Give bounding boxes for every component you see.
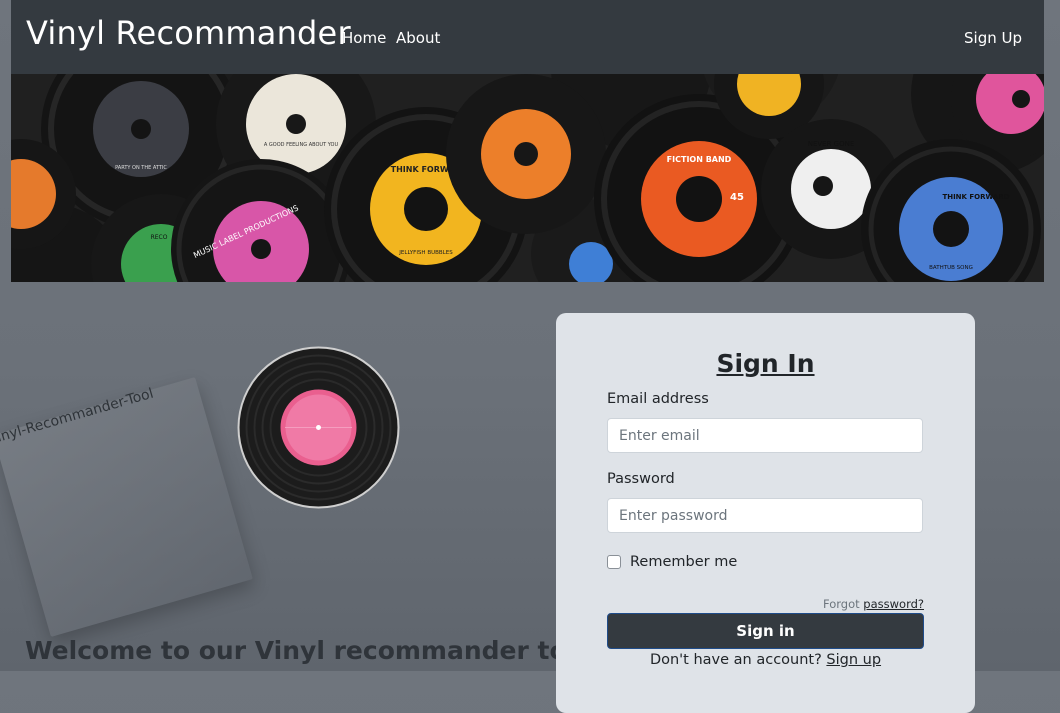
no-account-text: Don't have an account? — [649, 652, 822, 668]
nav-link-home[interactable]: Home — [342, 29, 386, 47]
vinyl-record-icon — [237, 346, 400, 509]
record-sleeve: Vinyl-Recommander-Tool — [0, 377, 253, 637]
vinyl-collage-image: PARTY ON THE ATTIC A GOOD FEELING ABOUT … — [11, 74, 1044, 282]
remember-me-checkbox[interactable] — [607, 555, 621, 569]
record-label-text: A GOOD FEELING ABOUT YOU — [264, 142, 339, 148]
record-label-text: THINK FORWARD — [942, 193, 1009, 201]
email-field[interactable] — [607, 418, 923, 453]
signin-title: Sign In — [716, 349, 815, 378]
record-label-text: FICTION BAND — [667, 155, 732, 164]
email-label: Email address — [607, 391, 709, 407]
hero-banner-image: PARTY ON THE ATTIC A GOOD FEELING ABOUT … — [11, 74, 1044, 282]
nav-signup-link[interactable]: Sign Up — [964, 29, 1022, 47]
record-label-text: PARTY ON THE ATTIC — [115, 165, 167, 171]
password-field[interactable] — [607, 498, 923, 533]
sleeve-label: Vinyl-Recommander-Tool — [0, 385, 156, 449]
record-label-text: BATHTUB SONG — [929, 265, 973, 271]
remember-me-label[interactable]: Remember me — [630, 554, 737, 570]
forgot-password-link[interactable]: password? — [863, 597, 924, 611]
record-label-text: NEVER GONE — [808, 140, 855, 148]
forgot-prefix: Forgot — [823, 597, 860, 611]
nav-link-about[interactable]: About — [396, 29, 440, 47]
brand-title[interactable]: Vinyl Recommander — [26, 14, 351, 52]
signup-link[interactable]: Sign up — [826, 652, 881, 668]
navbar: Vinyl Recommander Home About Sign Up — [11, 0, 1044, 74]
record — [446, 74, 606, 234]
welcome-heading: Welcome to our Vinyl recommander tool! — [25, 636, 604, 665]
remember-me-row: Remember me — [607, 552, 737, 572]
record-label-text: JELLYFISH BUBBLES — [398, 250, 453, 256]
record-label-text: RECO — [151, 234, 168, 241]
signin-button[interactable]: Sign in — [607, 613, 924, 649]
forgot-password: Forgot password? — [823, 597, 924, 611]
record-label-text: 45 — [730, 192, 744, 203]
signin-card: Sign In Email address Password Remember … — [556, 313, 975, 713]
signup-prompt: Don't have an account? Sign up — [556, 652, 975, 668]
password-label: Password — [607, 471, 675, 487]
